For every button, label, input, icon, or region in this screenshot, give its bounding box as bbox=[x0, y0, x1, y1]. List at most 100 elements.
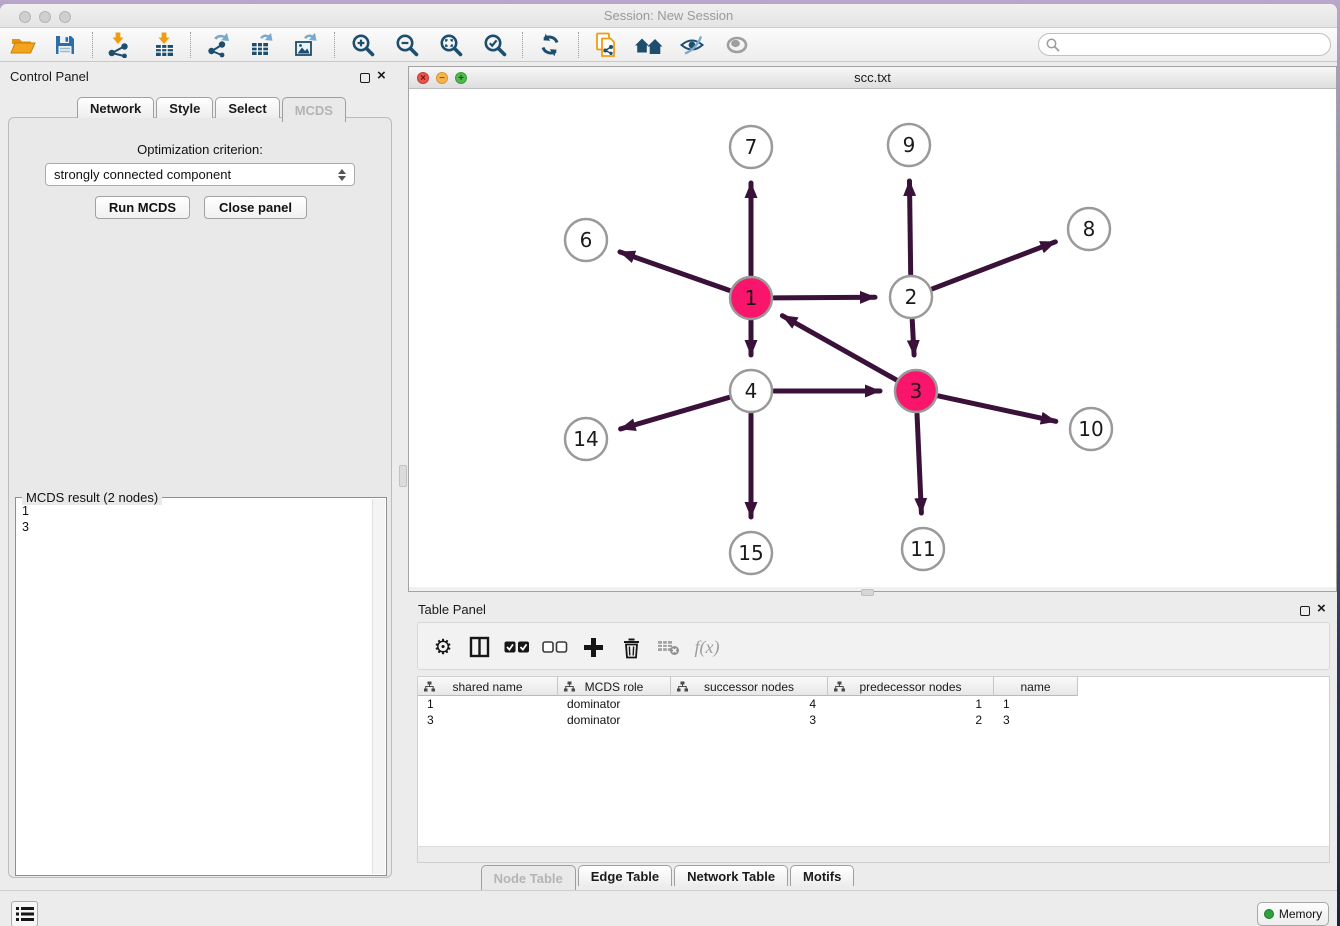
svg-text:1: 1 bbox=[745, 286, 758, 310]
close-panel-button[interactable]: Close panel bbox=[204, 196, 307, 219]
svg-text:2: 2 bbox=[905, 285, 918, 309]
graph-node-6[interactable]: 6 bbox=[565, 219, 607, 261]
graph-node-15[interactable]: 15 bbox=[730, 532, 772, 574]
network-window: × − + scc.txt 7 9 6 8 1 2 4 3 14 10 15 11 bbox=[408, 66, 1337, 592]
graph-node-9[interactable]: 9 bbox=[888, 124, 930, 166]
refresh-icon[interactable] bbox=[535, 31, 565, 59]
import-table-icon[interactable] bbox=[150, 31, 180, 59]
export-image-icon[interactable] bbox=[291, 31, 321, 59]
cell-successor-nodes[interactable]: 3 bbox=[671, 712, 828, 728]
column-header-predecessor-nodes[interactable]: predecessor nodes bbox=[828, 677, 994, 696]
status-bar: Memory bbox=[0, 890, 1337, 926]
column-header-mcds-role[interactable]: MCDS role bbox=[558, 677, 671, 696]
open-icon[interactable] bbox=[8, 31, 38, 59]
graph-edge-1-2[interactable] bbox=[774, 297, 875, 298]
cell-shared-name[interactable]: 1 bbox=[418, 696, 558, 712]
graph-canvas[interactable]: 7 9 6 8 1 2 4 3 14 10 15 11 bbox=[409, 89, 1336, 587]
table-tab-motifs[interactable]: Motifs bbox=[790, 865, 854, 886]
create-column-plus-icon[interactable] bbox=[580, 633, 606, 661]
export-network-icon[interactable] bbox=[204, 31, 234, 59]
table-panel-float-icon[interactable] bbox=[1300, 606, 1310, 616]
zoom-fit-icon[interactable] bbox=[436, 31, 466, 59]
optimization-criterion-select[interactable]: strongly connected component bbox=[45, 163, 355, 186]
cell-shared-name[interactable]: 3 bbox=[418, 712, 558, 728]
table-settings-gear-icon[interactable]: ⚙ bbox=[430, 633, 456, 661]
zoom-selected-icon[interactable] bbox=[480, 31, 510, 59]
column-header-successor-nodes[interactable]: successor nodes bbox=[671, 677, 828, 696]
cell-successor-nodes[interactable]: 4 bbox=[671, 696, 828, 712]
cell-name[interactable]: 3 bbox=[994, 712, 1078, 728]
graph-node-14[interactable]: 14 bbox=[565, 418, 607, 460]
svg-text:15: 15 bbox=[738, 541, 763, 565]
graph-edge-3-11[interactable] bbox=[917, 414, 921, 513]
show-column-icon[interactable] bbox=[466, 633, 492, 661]
graph-edge-2-9[interactable] bbox=[909, 181, 910, 274]
delete-table-icon[interactable] bbox=[654, 633, 682, 661]
column-header-shared-name[interactable]: shared name bbox=[418, 677, 558, 696]
select-all-columns-icon[interactable] bbox=[502, 633, 532, 661]
search-input[interactable] bbox=[1061, 36, 1330, 54]
eye-icon[interactable] bbox=[722, 31, 752, 59]
cell-mcds-role[interactable]: dominator bbox=[558, 696, 671, 712]
control-panel-title: Control Panel bbox=[10, 69, 89, 84]
select-stepper-icon bbox=[338, 169, 346, 181]
graph-node-4[interactable]: 4 bbox=[730, 370, 772, 412]
graph-node-7[interactable]: 7 bbox=[730, 126, 772, 168]
show-graphics-icon[interactable] bbox=[677, 31, 707, 59]
cell-name[interactable]: 1 bbox=[994, 696, 1078, 712]
horizontal-splitter-grip[interactable] bbox=[861, 589, 874, 596]
graph-node-11[interactable]: 11 bbox=[902, 528, 944, 570]
tab-style[interactable]: Style bbox=[156, 97, 213, 118]
run-mcds-button[interactable]: Run MCDS bbox=[95, 196, 190, 219]
unselect-all-columns-icon[interactable] bbox=[540, 633, 570, 661]
table-tab-network-table[interactable]: Network Table bbox=[674, 865, 788, 886]
graph-node-1[interactable]: 1 bbox=[730, 277, 772, 319]
cell-predecessor-nodes[interactable]: 1 bbox=[828, 696, 994, 712]
export-table-icon[interactable] bbox=[247, 31, 277, 59]
zoom-out-icon[interactable] bbox=[392, 31, 422, 59]
tab-network[interactable]: Network bbox=[77, 97, 154, 118]
cell-mcds-role[interactable]: dominator bbox=[558, 712, 671, 728]
memory-button[interactable]: Memory bbox=[1257, 902, 1329, 926]
import-network-icon[interactable] bbox=[104, 31, 134, 59]
result-scrollbar[interactable] bbox=[372, 499, 385, 874]
save-icon[interactable] bbox=[50, 31, 80, 59]
graph-node-3[interactable]: 3 bbox=[895, 370, 937, 412]
table-toolbar: ⚙ f(x) bbox=[417, 622, 1330, 670]
graph-node-2[interactable]: 2 bbox=[890, 276, 932, 318]
main-toolbar bbox=[0, 28, 1337, 62]
table-row[interactable]: 1dominator411 bbox=[418, 696, 1329, 712]
graph-edge-3-1[interactable] bbox=[782, 316, 896, 380]
cell-predecessor-nodes[interactable]: 2 bbox=[828, 712, 994, 728]
svg-text:8: 8 bbox=[1083, 217, 1096, 241]
column-header-name[interactable]: name bbox=[994, 677, 1078, 696]
graph-edge-1-6[interactable] bbox=[620, 252, 729, 290]
graph-edge-2-8[interactable] bbox=[932, 242, 1055, 289]
tab-select[interactable]: Select bbox=[215, 97, 279, 118]
task-history-button[interactable] bbox=[11, 901, 38, 926]
graph-node-10[interactable]: 10 bbox=[1070, 408, 1112, 450]
duplicate-network-icon[interactable] bbox=[591, 31, 621, 59]
graph-edge-2-3[interactable] bbox=[912, 320, 914, 355]
table-tab-edge-table[interactable]: Edge Table bbox=[578, 865, 672, 886]
vertical-splitter-grip[interactable] bbox=[399, 465, 407, 487]
memory-label: Memory bbox=[1279, 907, 1322, 921]
tab-mcds[interactable]: MCDS bbox=[282, 97, 346, 122]
result-line: 1 bbox=[22, 503, 372, 519]
table-panel-close-icon[interactable]: × bbox=[1317, 604, 1326, 614]
table-panel-title: Table Panel bbox=[418, 602, 486, 617]
home-icon[interactable] bbox=[634, 31, 664, 59]
function-builder-icon[interactable]: f(x) bbox=[690, 633, 724, 661]
delete-column-trash-icon[interactable] bbox=[618, 633, 644, 661]
graph-edge-3-10[interactable] bbox=[938, 396, 1055, 421]
graph-edge-4-14[interactable] bbox=[621, 397, 729, 429]
control-panel-close-icon[interactable]: × bbox=[377, 71, 386, 81]
network-window-titlebar[interactable]: × − + scc.txt bbox=[409, 67, 1336, 89]
table-scroll-strip bbox=[417, 846, 1330, 863]
control-panel-float-icon[interactable] bbox=[360, 73, 370, 83]
table-tab-node-table[interactable]: Node Table bbox=[481, 865, 576, 890]
table-row[interactable]: 3dominator323 bbox=[418, 712, 1329, 728]
graph-node-8[interactable]: 8 bbox=[1068, 208, 1110, 250]
zoom-in-icon[interactable] bbox=[348, 31, 378, 59]
svg-text:4: 4 bbox=[745, 379, 758, 403]
